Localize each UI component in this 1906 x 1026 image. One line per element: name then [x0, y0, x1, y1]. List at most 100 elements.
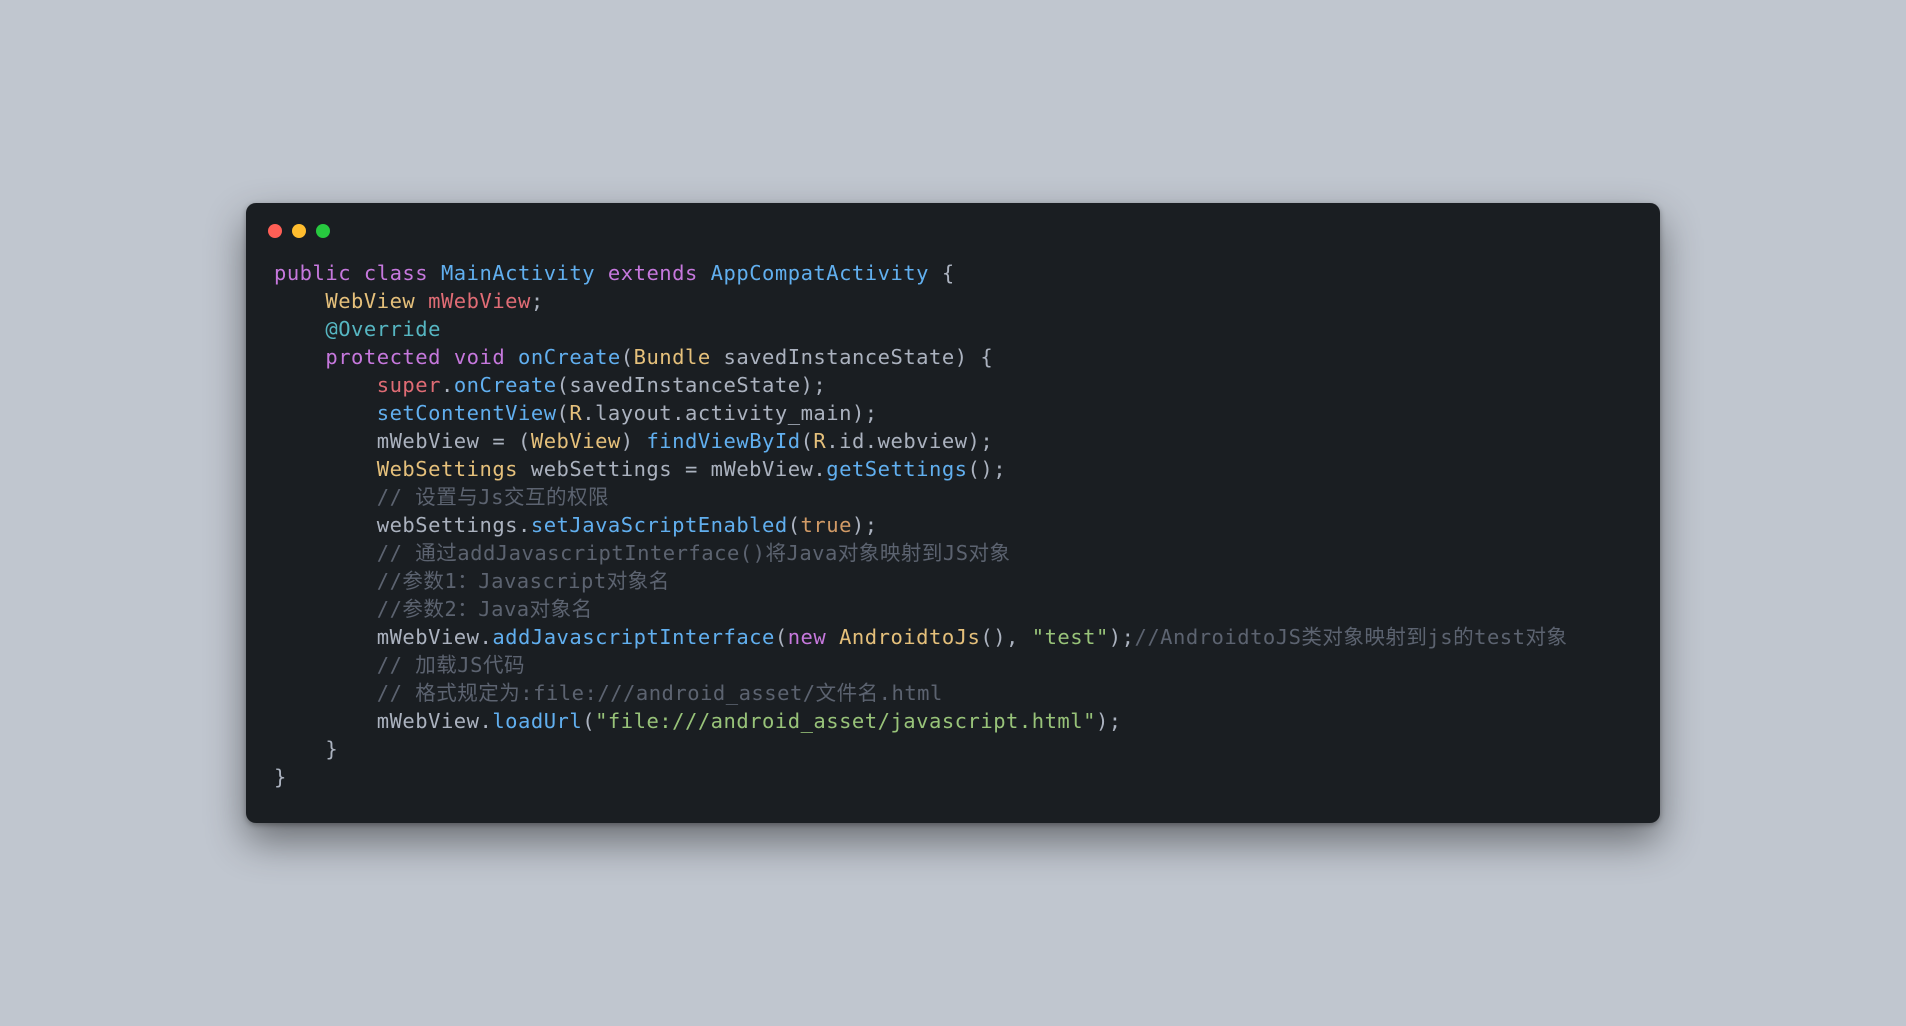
code-block: public class MainActivity extends AppCom…	[246, 259, 1660, 791]
indent	[274, 541, 377, 565]
indent	[274, 513, 377, 537]
method-loadurl: loadUrl	[492, 709, 582, 733]
class-name: MainActivity	[441, 261, 595, 285]
method-setcontentview: setContentView	[377, 401, 557, 425]
method-oncreate: onCreate	[518, 345, 621, 369]
dot: .	[480, 625, 493, 649]
code-line: // 格式规定为:file:///android_asset/文件名.html	[274, 679, 1632, 707]
paren-open: (	[621, 345, 634, 369]
code-line: mWebView.addJavascriptInterface(new Andr…	[274, 623, 1632, 651]
r-class: R	[813, 429, 826, 453]
args: (),	[980, 625, 1031, 649]
comment: // 格式规定为:file:///android_asset/文件名.html	[377, 681, 943, 705]
field-name: mWebView	[415, 289, 531, 313]
r-activity-main: activity_main	[685, 401, 852, 425]
field-mwebview: mWebView	[711, 457, 814, 481]
code-line: //参数2：Java对象名	[274, 595, 1632, 623]
dot: .	[672, 401, 685, 425]
method-findviewbyid: findViewById	[646, 429, 800, 453]
method-oncreate-call: onCreate	[454, 373, 557, 397]
keyword-new: new	[788, 625, 827, 649]
dot: .	[441, 373, 454, 397]
paren-close: ();	[968, 457, 1007, 481]
paren-open: (	[582, 709, 595, 733]
method-getsettings: getSettings	[826, 457, 967, 481]
var-websettings: webSettings =	[518, 457, 711, 481]
dot: .	[826, 429, 839, 453]
stage: public class MainActivity extends AppCom…	[0, 0, 1906, 1026]
r-webview: webview	[878, 429, 968, 453]
dot: .	[582, 401, 595, 425]
field-mwebview: mWebView	[377, 429, 480, 453]
code-line: mWebView = (WebView) findViewById(R.id.w…	[274, 427, 1632, 455]
comment: //参数2：Java对象名	[377, 597, 593, 621]
indent	[274, 401, 377, 425]
close-icon[interactable]	[268, 224, 282, 238]
comment-inline: //AndroidtoJS类对象映射到js的test对象	[1134, 625, 1567, 649]
indent	[274, 653, 377, 677]
code-line: protected void onCreate(Bundle savedInst…	[274, 343, 1632, 371]
paren-open: (	[775, 625, 788, 649]
paren-close: );	[852, 401, 878, 425]
code-line: @Override	[274, 315, 1632, 343]
comment: // 设置与Js交互的权限	[377, 485, 609, 509]
var-websettings: webSettings	[377, 513, 518, 537]
code-line: }	[274, 735, 1632, 763]
paren-open: (	[801, 429, 814, 453]
maximize-icon[interactable]	[316, 224, 330, 238]
code-line: //参数1：Javascript对象名	[274, 567, 1632, 595]
dot: .	[480, 709, 493, 733]
comment: // 通过addJavascriptInterface()将Java对象映射到J…	[377, 541, 1011, 565]
r-class: R	[569, 401, 582, 425]
indent	[274, 485, 377, 509]
field-mwebview: mWebView	[377, 625, 480, 649]
indent	[274, 457, 377, 481]
keyword-public: public	[274, 261, 351, 285]
code-line: public class MainActivity extends AppCom…	[274, 259, 1632, 287]
r-id: id	[839, 429, 865, 453]
dot: .	[518, 513, 531, 537]
keyword-extends: extends	[608, 261, 698, 285]
cast-close: )	[621, 429, 647, 453]
brace-close: }	[325, 737, 338, 761]
code-line: super.onCreate(savedInstanceState);	[274, 371, 1632, 399]
cast-webview: WebView	[531, 429, 621, 453]
code-line: webSettings.setJavaScriptEnabled(true);	[274, 511, 1632, 539]
method-setjavascriptenabled: setJavaScriptEnabled	[531, 513, 788, 537]
args: (savedInstanceState);	[557, 373, 827, 397]
indent	[274, 681, 377, 705]
indent	[274, 317, 325, 341]
code-line: WebSettings webSettings = mWebView.getSe…	[274, 455, 1632, 483]
string-url: "file:///android_asset/javascript.html"	[595, 709, 1096, 733]
titlebar	[246, 203, 1660, 259]
indent	[274, 625, 377, 649]
type-webview: WebView	[325, 289, 415, 313]
indent	[274, 373, 377, 397]
code-line: }	[274, 763, 1632, 791]
type-bundle: Bundle	[634, 345, 711, 369]
code-window: public class MainActivity extends AppCom…	[246, 203, 1660, 823]
param-name: savedInstanceState	[711, 345, 955, 369]
comment: // 加载JS代码	[377, 653, 525, 677]
field-mwebview: mWebView	[377, 709, 480, 733]
keyword-class: class	[364, 261, 428, 285]
indent	[274, 429, 377, 453]
dot: .	[865, 429, 878, 453]
keyword-void: void	[454, 345, 505, 369]
annotation-override: @Override	[325, 317, 441, 341]
class-androidtojs: AndroidtoJs	[826, 625, 980, 649]
paren-brace: ) {	[955, 345, 994, 369]
indent	[274, 345, 325, 369]
code-line: mWebView.loadUrl("file:///android_asset/…	[274, 707, 1632, 735]
keyword-protected: protected	[325, 345, 441, 369]
code-line: // 加载JS代码	[274, 651, 1632, 679]
assign-cast-open: = (	[480, 429, 531, 453]
dot: .	[813, 457, 826, 481]
brace-open: {	[929, 261, 955, 285]
keyword-super: super	[377, 373, 441, 397]
string-test: "test"	[1032, 625, 1109, 649]
paren-close: );	[1109, 625, 1135, 649]
brace-close: }	[274, 765, 287, 789]
minimize-icon[interactable]	[292, 224, 306, 238]
r-layout: layout	[595, 401, 672, 425]
